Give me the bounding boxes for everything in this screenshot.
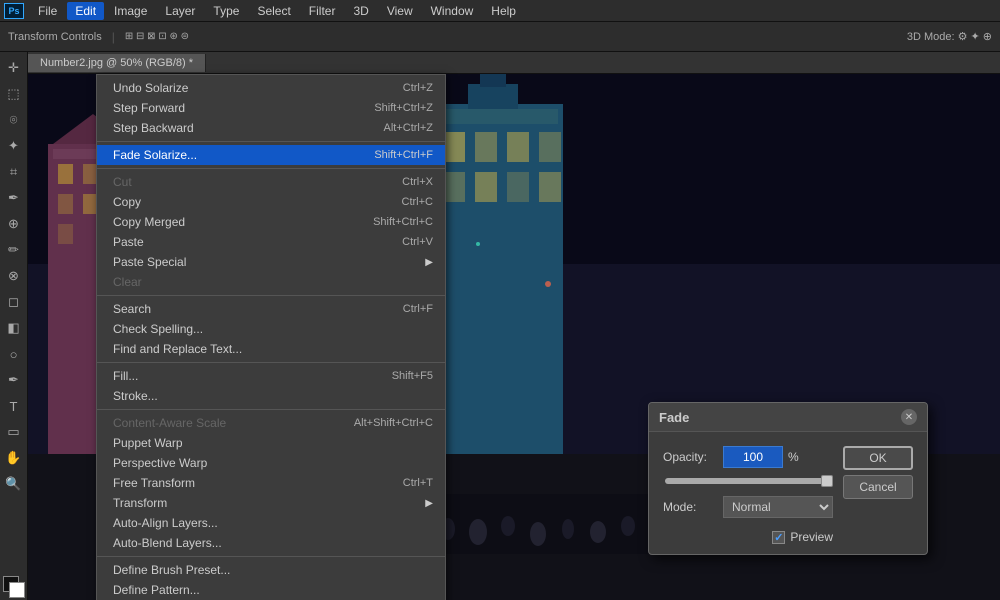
- left-toolbar: ✛ ⬚ ⌾ ✦ ⌗ ✒ ⊕ ✏ ⊗ ◻ ◧ ○ ✒ T ▭ ✋ 🔍: [0, 52, 28, 600]
- menu-image[interactable]: Image: [106, 2, 155, 20]
- menu-item-content-aware[interactable]: Content-Aware Scale Alt+Shift+Ctrl+C: [97, 413, 445, 433]
- gradient-tool[interactable]: ◧: [2, 316, 26, 340]
- fade-dialog: Fade ✕ Opacity: %: [648, 402, 928, 555]
- menu-item-auto-align[interactable]: Auto-Align Layers...: [97, 513, 445, 533]
- menu-layer[interactable]: Layer: [157, 2, 203, 20]
- marquee-tool[interactable]: ⬚: [2, 82, 26, 106]
- slider-thumb[interactable]: [821, 475, 833, 487]
- menu-window[interactable]: Window: [423, 2, 482, 20]
- opacity-slider-row: [663, 478, 833, 484]
- pen-tool[interactable]: ✒: [2, 368, 26, 392]
- menu-item-fill[interactable]: Fill... Shift+F5: [97, 366, 445, 386]
- menu-type[interactable]: Type: [205, 2, 247, 20]
- opacity-row: Opacity: %: [663, 446, 833, 468]
- dialog-title-bar: Fade ✕: [649, 403, 927, 432]
- dialog-buttons: OK Cancel: [843, 446, 913, 544]
- menu-item-fade-solarize[interactable]: Fade Solarize... Shift+Ctrl+F: [97, 145, 445, 165]
- move-tool[interactable]: ✛: [2, 56, 26, 80]
- menu-file[interactable]: File: [30, 2, 65, 20]
- dialog-content: Opacity: % Mode: [663, 446, 913, 544]
- menu-item-free-transform[interactable]: Free Transform Ctrl+T: [97, 473, 445, 493]
- menu-item-stroke[interactable]: Stroke...: [97, 386, 445, 406]
- dialog-body: Opacity: % Mode: [649, 432, 927, 554]
- menu-item-find-replace[interactable]: Find and Replace Text...: [97, 339, 445, 359]
- menu-view[interactable]: View: [379, 2, 421, 20]
- menu-separator-4: [97, 362, 445, 363]
- dialog-close-button[interactable]: ✕: [901, 409, 917, 425]
- edit-dropdown-menu: Undo Solarize Ctrl+Z Step Forward Shift+…: [96, 74, 446, 600]
- brush-tool[interactable]: ✏: [2, 238, 26, 262]
- hand-tool[interactable]: ✋: [2, 446, 26, 470]
- menu-item-paste-special[interactable]: Paste Special ▶: [97, 252, 445, 272]
- menu-item-copy[interactable]: Copy Ctrl+C: [97, 192, 445, 212]
- foreground-color-swatch[interactable]: [3, 576, 25, 598]
- tab-bar: Number2.jpg @ 50% (RGB/8) *: [28, 52, 1000, 74]
- eyedropper-tool[interactable]: ✒: [2, 186, 26, 210]
- options-transform-controls: Transform Controls: [8, 31, 102, 43]
- menu-separator-3: [97, 295, 445, 296]
- opacity-slider[interactable]: [665, 478, 831, 484]
- zoom-tool[interactable]: 🔍: [2, 472, 26, 496]
- dialog-title: Fade: [659, 410, 689, 425]
- menu-separator-1: [97, 141, 445, 142]
- menu-item-define-brush[interactable]: Define Brush Preset...: [97, 560, 445, 580]
- heal-tool[interactable]: ⊕: [2, 212, 26, 236]
- mode-row: Mode: Normal Dissolve Multiply Screen Ov…: [663, 496, 833, 518]
- menu-item-undo[interactable]: Undo Solarize Ctrl+Z: [97, 78, 445, 98]
- options-bar: Transform Controls | ⊞ ⊟ ⊠ ⊡ ⊛ ⊜ 3D Mode…: [0, 22, 1000, 52]
- dialog-fields: Opacity: % Mode: [663, 446, 833, 544]
- lasso-tool[interactable]: ⌾: [2, 108, 26, 132]
- ok-button[interactable]: OK: [843, 446, 913, 470]
- canvas-area: Number2.jpg @ 50% (RGB/8) *: [28, 52, 1000, 600]
- workspace: ✛ ⬚ ⌾ ✦ ⌗ ✒ ⊕ ✏ ⊗ ◻ ◧ ○ ✒ T ▭ ✋ 🔍 Number…: [0, 52, 1000, 600]
- preview-label: Preview: [790, 530, 833, 544]
- menu-3d[interactable]: 3D: [345, 2, 376, 20]
- menu-edit[interactable]: Edit: [67, 2, 104, 20]
- opacity-unit: %: [788, 450, 799, 464]
- text-tool[interactable]: T: [2, 394, 26, 418]
- mode-label: Mode:: [663, 500, 723, 514]
- magic-wand-tool[interactable]: ✦: [2, 134, 26, 158]
- dodge-tool[interactable]: ○: [2, 342, 26, 366]
- menu-item-transform[interactable]: Transform ▶: [97, 493, 445, 513]
- menu-separator-6: [97, 556, 445, 557]
- menu-separator-5: [97, 409, 445, 410]
- preview-checkbox[interactable]: ✓: [772, 531, 785, 544]
- menu-separator-2: [97, 168, 445, 169]
- menu-item-cut[interactable]: Cut Ctrl+X: [97, 172, 445, 192]
- eraser-tool[interactable]: ◻: [2, 290, 26, 314]
- clone-tool[interactable]: ⊗: [2, 264, 26, 288]
- menu-item-check-spelling[interactable]: Check Spelling...: [97, 319, 445, 339]
- options-icons: ⊞ ⊟ ⊠ ⊡ ⊛ ⊜: [125, 31, 189, 42]
- menu-filter[interactable]: Filter: [301, 2, 344, 20]
- options-3d-mode: 3D Mode: ⚙ ✦ ⊕: [907, 30, 992, 43]
- crop-tool[interactable]: ⌗: [2, 160, 26, 184]
- menu-item-clear[interactable]: Clear: [97, 272, 445, 292]
- preview-row: ✓ Preview: [663, 530, 833, 544]
- menu-item-perspective-warp[interactable]: Perspective Warp: [97, 453, 445, 473]
- mode-select[interactable]: Normal Dissolve Multiply Screen Overlay: [723, 496, 833, 518]
- shape-tool[interactable]: ▭: [2, 420, 26, 444]
- opacity-input[interactable]: [723, 446, 783, 468]
- menu-select[interactable]: Select: [249, 2, 298, 20]
- cancel-button[interactable]: Cancel: [843, 475, 913, 499]
- ps-logo: Ps: [4, 1, 24, 21]
- menu-help[interactable]: Help: [483, 2, 524, 20]
- menu-item-auto-blend[interactable]: Auto-Blend Layers...: [97, 533, 445, 553]
- opacity-label: Opacity:: [663, 450, 723, 464]
- menu-item-search[interactable]: Search Ctrl+F: [97, 299, 445, 319]
- menu-item-step-backward[interactable]: Step Backward Alt+Ctrl+Z: [97, 118, 445, 138]
- menu-item-define-pattern[interactable]: Define Pattern...: [97, 580, 445, 600]
- canvas-tab[interactable]: Number2.jpg @ 50% (RGB/8) *: [28, 54, 206, 72]
- menu-item-paste[interactable]: Paste Ctrl+V: [97, 232, 445, 252]
- menu-item-step-forward[interactable]: Step Forward Shift+Ctrl+Z: [97, 98, 445, 118]
- menu-bar: Ps File Edit Image Layer Type Select Fil…: [0, 0, 1000, 22]
- slider-fill: [665, 478, 831, 484]
- menu-item-puppet-warp[interactable]: Puppet Warp: [97, 433, 445, 453]
- menu-item-copy-merged[interactable]: Copy Merged Shift+Ctrl+C: [97, 212, 445, 232]
